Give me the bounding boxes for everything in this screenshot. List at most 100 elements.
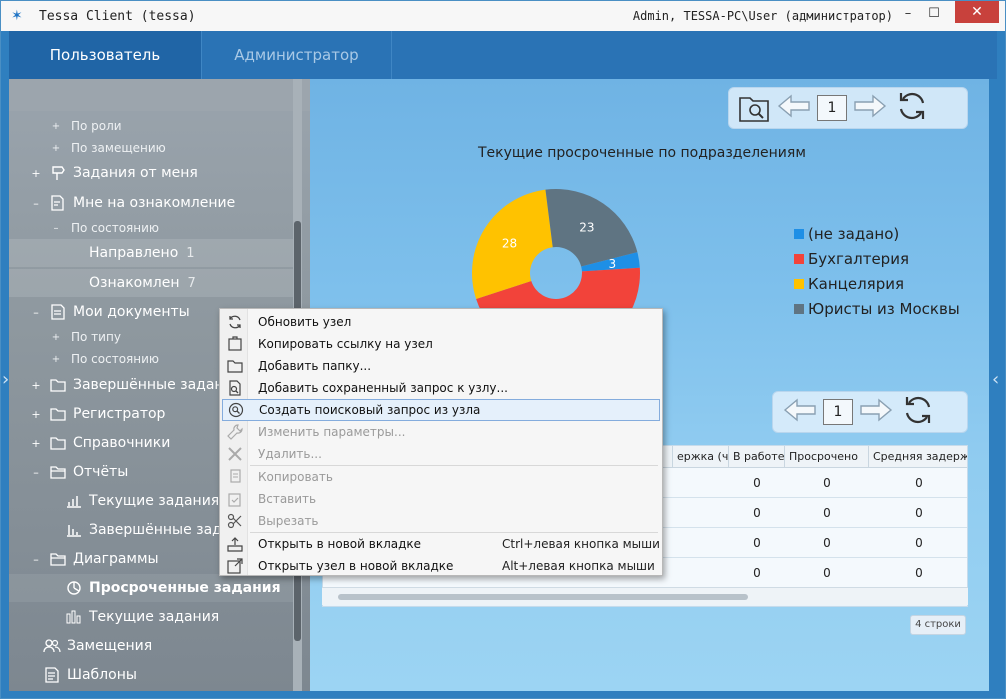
expand-icon[interactable]: + [51,332,61,343]
context-menu-item[interactable]: Копировать [222,466,660,488]
column-header[interactable]: В работе [729,446,785,468]
refresh-icon[interactable] [895,89,929,127]
expand-right-chevron-icon[interactable]: ‹ [992,369,999,390]
column-header[interactable]: Просрочено [785,446,869,468]
pie-slice-label: 23 [579,221,594,235]
context-menu-item[interactable]: Добавить папку... [222,355,660,377]
saved-query-icon [224,378,246,398]
grid-scrollbar-thumb[interactable] [338,594,748,600]
expand-icon[interactable]: + [29,379,43,392]
context-menu-item[interactable]: Обновить узел [222,311,660,333]
legend-label: Бухгалтерия [808,249,909,268]
pie-slice-label: 28 [502,237,517,251]
prev-page-arrow-icon[interactable] [783,398,817,426]
folder-icon [49,377,67,393]
folder-open-icon [49,551,67,567]
tree-item-oznakomlen[interactable]: Ознакомлен 7 [9,269,301,297]
context-menu-item[interactable]: Изменить параметры... [222,421,660,443]
legend-item[interactable]: Юристы из Москвы [794,296,960,321]
context-menu-item[interactable]: Копировать ссылку на узел [222,333,660,355]
prev-page-arrow-icon[interactable] [777,94,811,122]
folder-open-icon [49,464,67,480]
page-number-box[interactable]: 1 [823,399,853,425]
collapse-icon[interactable]: – [51,223,61,234]
tree-item-spravochniki[interactable]: + Справочники [9,429,170,457]
tree-item-mne-na-oznakomlenie[interactable]: – Мне на ознакомление [9,189,235,217]
count-badge: 7 [187,275,196,291]
context-menu-item-label: Удалить... [258,447,322,461]
legend-swatch [794,278,804,289]
tree-item-diagrammy[interactable]: – Диаграммы [9,545,158,573]
context-menu-item[interactable]: Открыть узел в новой вкладке Alt+левая кн… [222,555,660,577]
legend-item[interactable]: Бухгалтерия [794,246,960,271]
context-menu-item-label: Обновить узел [258,315,352,329]
legend-swatch [794,303,804,314]
context-menu-item-label: Копировать ссылку на узел [258,337,433,351]
column-chart-icon [65,609,83,625]
grid-horizontal-scrollbar[interactable] [322,587,968,605]
tree-item-napravleno[interactable]: Направлено 1 [9,239,301,267]
chart-pager: 1 [728,87,968,129]
context-menu-item[interactable]: Вставить [222,488,660,510]
chart-title: Текущие просроченные по подразделениям [478,145,806,161]
folder-icon [49,406,67,422]
context-menu-shortcut: Ctrl+левая кнопка мыши [502,537,660,551]
user-info: Admin, TESSA-PC\User (администратор) [632,9,893,23]
context-menu-item[interactable]: Вырезать [222,510,660,532]
collapse-icon[interactable]: – [29,197,43,210]
close-button[interactable]: ✕ [955,1,999,23]
tree-item-tekushchie-zadaniya-diagram[interactable]: Текущие задания [9,603,219,631]
tab-user[interactable]: Пользователь [9,31,202,79]
tree-item-po-zamesheniyu[interactable]: + По замещению [51,137,166,159]
legend-item[interactable]: Канцелярия [794,271,960,296]
count-badge: 1 [186,245,195,261]
context-menu-item[interactable]: Создать поисковый запрос из узла [222,399,660,421]
collapse-icon[interactable]: – [29,306,43,319]
context-menu-separator [250,465,658,466]
app-window: ✶ Tessa Client (tessa) Admin, TESSA-PC\U… [0,0,1006,699]
expand-icon[interactable]: + [29,437,43,450]
left-panel-edge: › [1,79,9,698]
search-folder-icon[interactable] [737,91,771,125]
tree-item-registrator[interactable]: + Регистратор [9,400,165,428]
tree-item-otchety[interactable]: – Отчёты [9,458,128,486]
collapse-icon[interactable]: – [29,466,43,479]
collapse-icon[interactable]: – [29,553,43,566]
expand-icon[interactable]: + [51,354,61,365]
grid-pager: 1 [772,391,968,433]
next-page-arrow-icon[interactable] [859,398,893,426]
tree-item-zavershennye-zadan-report[interactable]: Завершённые задан [9,516,240,544]
tab-administrator[interactable]: Администратор [202,31,392,79]
tree-item-po-tipu[interactable]: + По типу [51,326,121,348]
tree-item-tekushchie-zadaniya-report[interactable]: Текущие задания [9,487,219,515]
context-menu-item-label: Открыть в новой вкладке [258,537,422,551]
open-node-icon [224,556,246,576]
expand-icon[interactable]: + [29,408,43,421]
column-header[interactable]: Средняя задержка (ч [869,446,967,468]
context-menu-item[interactable]: Удалить... [222,443,660,465]
expand-icon[interactable]: + [51,143,61,154]
next-page-arrow-icon[interactable] [853,94,887,122]
tessa-logo-icon: ✶ [11,8,23,24]
expand-icon[interactable]: + [29,167,43,180]
refresh-icon[interactable] [901,393,935,431]
expand-icon[interactable]: + [51,121,61,132]
tree-item-zadaniya-ot-menya[interactable]: + Задания от меня [9,159,197,187]
context-menu-item[interactable]: Открыть в новой вкладке Ctrl+левая кнопка… [222,533,660,555]
tree-item-prosrochennye-zadaniya[interactable]: Просроченные задания [9,574,301,602]
tree-item-zavershennye-zadaniya[interactable]: + Завершённые задания [9,371,241,399]
page-number-box[interactable]: 1 [817,95,847,121]
tree-item-zamesheniya[interactable]: Замещения [9,632,152,660]
copy-icon [224,467,246,487]
legend-item[interactable]: (не задано) [794,221,960,246]
tree-item-po-roli[interactable]: + По роли [51,115,122,137]
tree-item-po-sostoyaniyu-2[interactable]: + По состоянию [51,348,159,370]
maximize-button[interactable]: ☐ [919,3,949,25]
column-header[interactable]: ержка (ч) [673,446,729,468]
legend-swatch [794,253,804,264]
tree-item-shablony[interactable]: Шаблоны [9,661,137,689]
context-menu-item[interactable]: Добавить сохраненный запрос к узлу... [222,377,660,399]
tree-item-po-sostoyaniyu-1[interactable]: – По состоянию [51,217,160,239]
tree-item-moi-dokumenty[interactable]: – Мои документы [9,298,189,326]
context-menu-item-label: Вставить [258,492,317,506]
